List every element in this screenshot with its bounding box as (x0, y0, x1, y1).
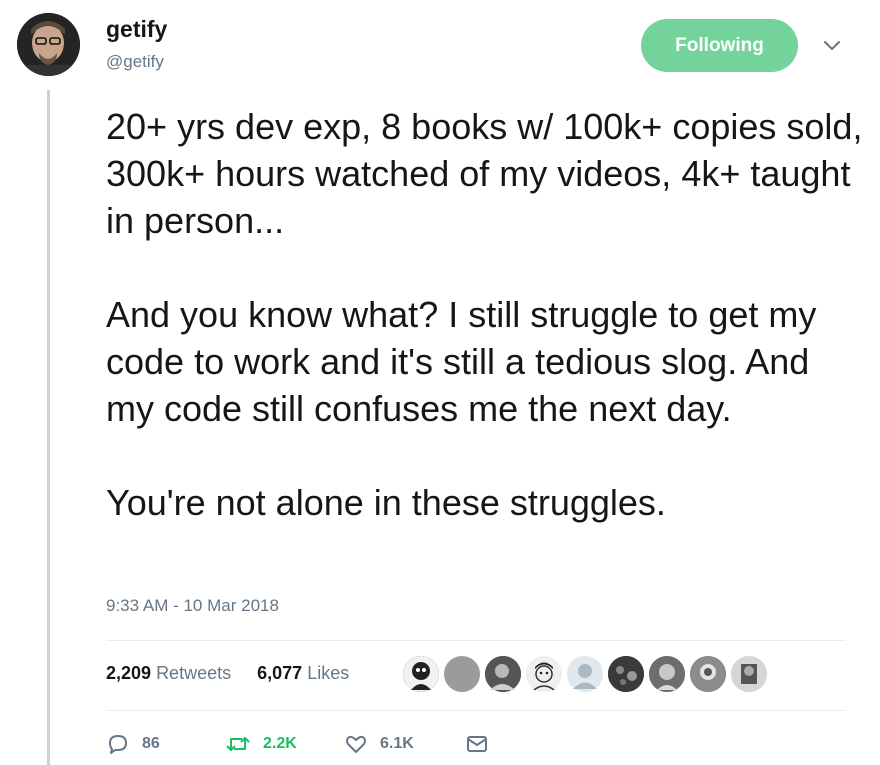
retweets-stat[interactable]: 2,209 Retweets (106, 663, 236, 683)
liker-avatar[interactable] (525, 655, 563, 693)
like-button[interactable]: 6.1K (344, 729, 414, 759)
heart-icon (345, 735, 367, 753)
tweet-paragraph: 20+ yrs dev exp, 8 books w/ 100k+ copies… (106, 106, 863, 241)
divider (106, 640, 846, 641)
following-button[interactable]: Following (641, 19, 798, 72)
author-handle[interactable]: @getify (106, 52, 164, 72)
reply-button[interactable]: 86 (106, 729, 160, 759)
reply-icon (109, 735, 127, 754)
liker-avatar[interactable] (648, 655, 686, 693)
envelope-icon (467, 736, 487, 752)
likes-stat[interactable]: 6,077 Likes (252, 663, 349, 683)
liker-avatar[interactable] (443, 655, 481, 693)
retweets-label: Retweets (156, 663, 232, 683)
reply-count: 86 (142, 735, 160, 752)
retweet-button[interactable]: 2.2K (225, 729, 297, 759)
tweet-text: 20+ yrs dev exp, 8 books w/ 100k+ copies… (106, 103, 866, 526)
divider (106, 710, 846, 711)
author-avatar[interactable] (17, 13, 80, 76)
tweet-paragraph: And you know what? I still struggle to g… (106, 294, 817, 429)
retweet-icon (226, 737, 250, 751)
thread-connector-line (47, 90, 50, 765)
like-count: 6.1K (380, 735, 414, 752)
retweet-count: 2.2K (263, 735, 297, 752)
liker-avatar[interactable] (689, 655, 727, 693)
likes-count: 6,077 (257, 663, 303, 683)
engagement-stats: 2,209 Retweets 6,077 Likes (106, 663, 349, 684)
liker-avatar[interactable] (484, 655, 522, 693)
retweets-count: 2,209 (106, 663, 152, 683)
tweet-paragraph: You're not alone in these struggles. (106, 482, 666, 523)
liker-avatar[interactable] (607, 655, 645, 693)
liker-avatar[interactable] (730, 655, 768, 693)
liker-avatar[interactable] (402, 655, 440, 693)
liker-avatar[interactable] (566, 655, 604, 693)
likes-label: Likes (307, 663, 350, 683)
tweet-timestamp[interactable]: 9:33 AM - 10 Mar 2018 (106, 596, 279, 616)
chevron-down-icon[interactable] (821, 34, 843, 56)
author-display-name[interactable]: getify (106, 16, 167, 43)
direct-message-button[interactable] (465, 729, 489, 759)
